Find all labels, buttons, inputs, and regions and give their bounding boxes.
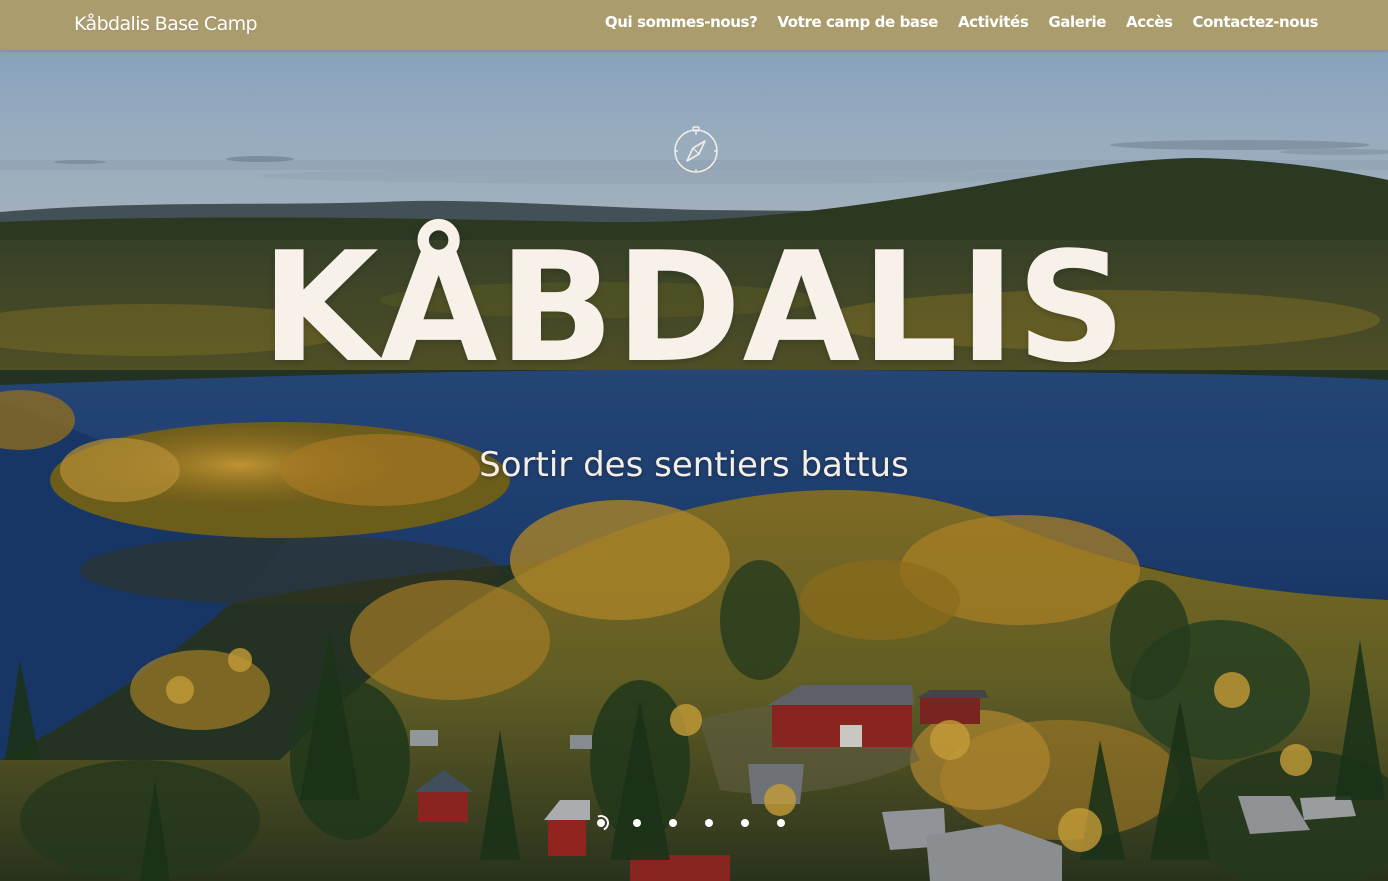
slider-dot-5[interactable] (740, 818, 750, 828)
dot-core (633, 819, 641, 827)
slider-dot-2[interactable] (632, 818, 642, 828)
dot-core (705, 819, 713, 827)
hero-title: KÅBDALIS (261, 219, 1127, 396)
nav-item-acces[interactable]: Accès (1126, 13, 1173, 31)
hero-subtitle: Sortir des sentiers battus (479, 445, 909, 485)
nav-item-activites[interactable]: Activités (958, 13, 1029, 31)
site-header: Kåbdalis Base Camp Qui sommes-nous? Votr… (0, 0, 1388, 50)
slider-dot-3[interactable] (668, 818, 678, 828)
nav-item-galerie[interactable]: Galerie (1048, 13, 1106, 31)
slider-pagination (590, 812, 786, 834)
page: Kåbdalis Base Camp Qui sommes-nous? Votr… (0, 0, 1388, 881)
dot-core (741, 819, 749, 827)
nav-item-votre-camp-de-base[interactable]: Votre camp de base (777, 13, 938, 31)
site-logo-link[interactable]: Kåbdalis Base Camp (74, 13, 258, 35)
dot-core (777, 819, 785, 827)
nav-item-contactez-nous[interactable]: Contactez-nous (1193, 13, 1319, 31)
slider-dot-1[interactable] (590, 812, 612, 834)
nav-item-qui-sommes-nous[interactable]: Qui sommes-nous? (605, 13, 758, 31)
dot-core (669, 819, 677, 827)
slider-dot-6[interactable] (776, 818, 786, 828)
slider-dot-4[interactable] (704, 818, 714, 828)
main-navigation: Qui sommes-nous? Votre camp de base Acti… (605, 13, 1319, 31)
dot-core (597, 819, 605, 827)
compass-icon (672, 125, 720, 173)
